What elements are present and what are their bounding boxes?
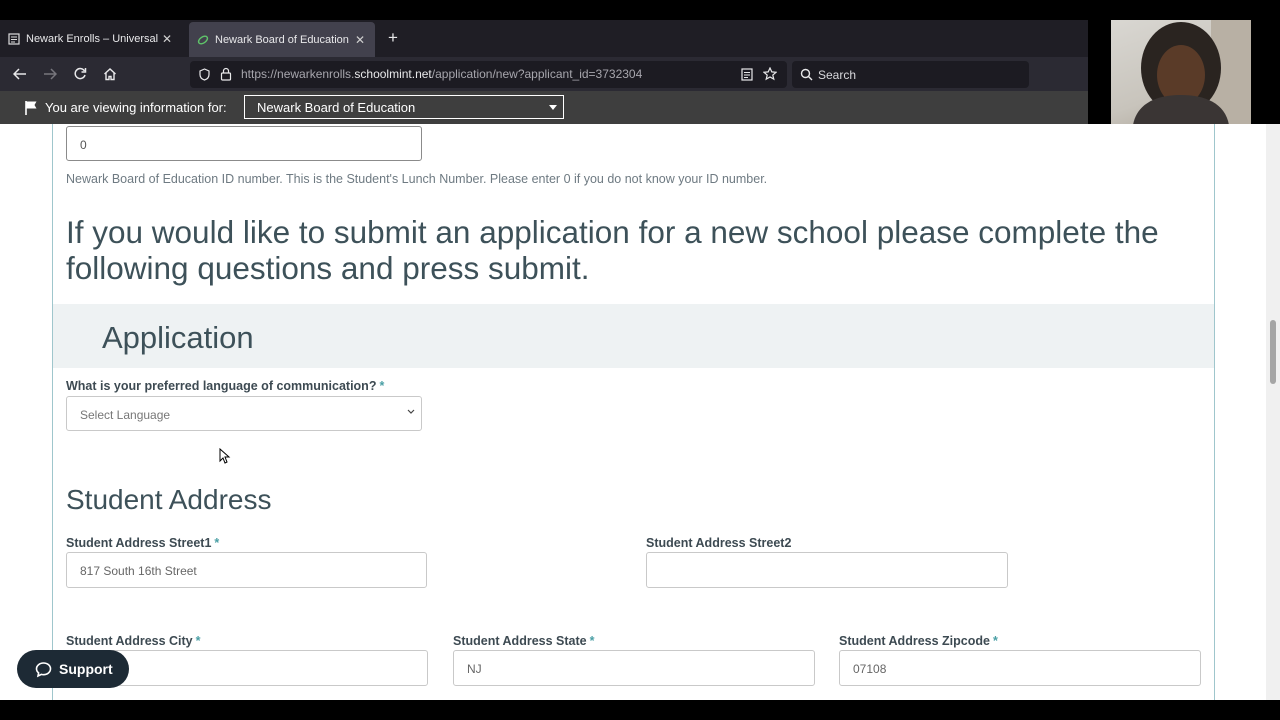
document-icon	[8, 32, 20, 45]
required-asterisk: *	[214, 536, 220, 550]
url-text: https://newarkenrolls.schoolmint.net/app…	[241, 67, 643, 81]
close-tab-icon[interactable]: ✕	[160, 32, 174, 46]
bookmark-star-icon[interactable]	[763, 67, 777, 81]
search-icon	[800, 68, 813, 81]
dropdown-caret-icon	[549, 105, 557, 110]
search-placeholder: Search	[818, 68, 857, 82]
shield-icon[interactable]	[198, 68, 211, 81]
required-asterisk: *	[992, 634, 998, 648]
required-asterisk: *	[195, 634, 201, 648]
browser-tab-bar: Newark Enrolls – Universal Enrol ✕ Newar…	[0, 20, 1088, 57]
street2-label: Student Address Street2	[646, 536, 792, 550]
leaf-icon	[197, 35, 209, 44]
required-asterisk: *	[589, 634, 595, 648]
reload-icon[interactable]	[70, 64, 90, 84]
street2-input[interactable]	[646, 552, 1008, 588]
application-heading: Application	[102, 320, 254, 355]
lock-icon[interactable]	[220, 67, 232, 81]
reader-view-icon[interactable]	[741, 68, 753, 81]
scrollbar-thumb[interactable]	[1270, 320, 1276, 384]
search-box[interactable]: Search	[792, 61, 1029, 88]
support-button[interactable]: Support	[17, 650, 129, 688]
tab-label: Newark Enrolls – Universal Enrol	[26, 32, 160, 45]
zipcode-label: Student Address Zipcode *	[839, 634, 998, 648]
url-bar[interactable]: https://newarkenrolls.schoolmint.net/app…	[190, 61, 787, 88]
language-select[interactable]: Select Language	[66, 396, 422, 431]
street1-label: Student Address Street1 *	[66, 536, 220, 550]
application-intro-text: If you would like to submit an applicati…	[66, 214, 1159, 286]
close-tab-icon[interactable]: ✕	[353, 33, 367, 47]
back-arrow-icon[interactable]	[10, 64, 30, 84]
page-scrollbar[interactable]	[1266, 124, 1280, 700]
webcam-overlay	[1088, 0, 1280, 126]
language-select-placeholder: Select Language	[80, 408, 171, 422]
student-id-input[interactable]: 0	[66, 126, 422, 161]
state-input[interactable]: NJ	[453, 650, 815, 686]
state-label: Student Address State *	[453, 634, 595, 648]
home-icon[interactable]	[100, 64, 120, 84]
application-section-header: Application	[53, 304, 1214, 368]
organization-select[interactable]: Newark Board of Education	[244, 95, 564, 119]
mouse-cursor-icon	[219, 448, 231, 464]
tab-label: Newark Board of Education | Sc	[215, 33, 353, 46]
student-id-help-text: Newark Board of Education ID number. Thi…	[66, 172, 768, 186]
form-card: 0 Newark Board of Education ID number. T…	[52, 124, 1215, 704]
forward-arrow-icon[interactable]	[40, 64, 60, 84]
presenter-silhouette	[1133, 20, 1251, 125]
organization-select-value: Newark Board of Education	[257, 100, 416, 115]
city-label: Student Address City *	[66, 634, 201, 648]
viewing-info-label: You are viewing information for:	[45, 100, 227, 115]
new-tab-button[interactable]: +	[383, 28, 403, 48]
flag-icon	[25, 101, 37, 115]
required-asterisk: *	[379, 379, 385, 393]
support-label: Support	[59, 661, 113, 677]
browser-nav-bar: https://newarkenrolls.schoolmint.net/app…	[0, 57, 1088, 91]
organization-bar: You are viewing information for: Newark …	[0, 91, 1088, 124]
tab-newark-board-of-education[interactable]: Newark Board of Education | Sc ✕	[189, 22, 375, 57]
presenter-video	[1111, 20, 1251, 125]
street1-input[interactable]: 817 South 16th Street	[66, 552, 427, 588]
chevron-down-icon	[407, 409, 415, 414]
bottom-letterbox	[0, 700, 1280, 720]
student-address-heading: Student Address	[66, 484, 272, 515]
language-label: What is your preferred language of commu…	[66, 379, 385, 393]
chat-bubble-icon	[35, 661, 52, 677]
tab-newark-enrolls[interactable]: Newark Enrolls – Universal Enrol ✕	[0, 20, 182, 57]
zipcode-input[interactable]: 07108	[839, 650, 1201, 686]
page-content: 0 Newark Board of Education ID number. T…	[0, 124, 1280, 704]
